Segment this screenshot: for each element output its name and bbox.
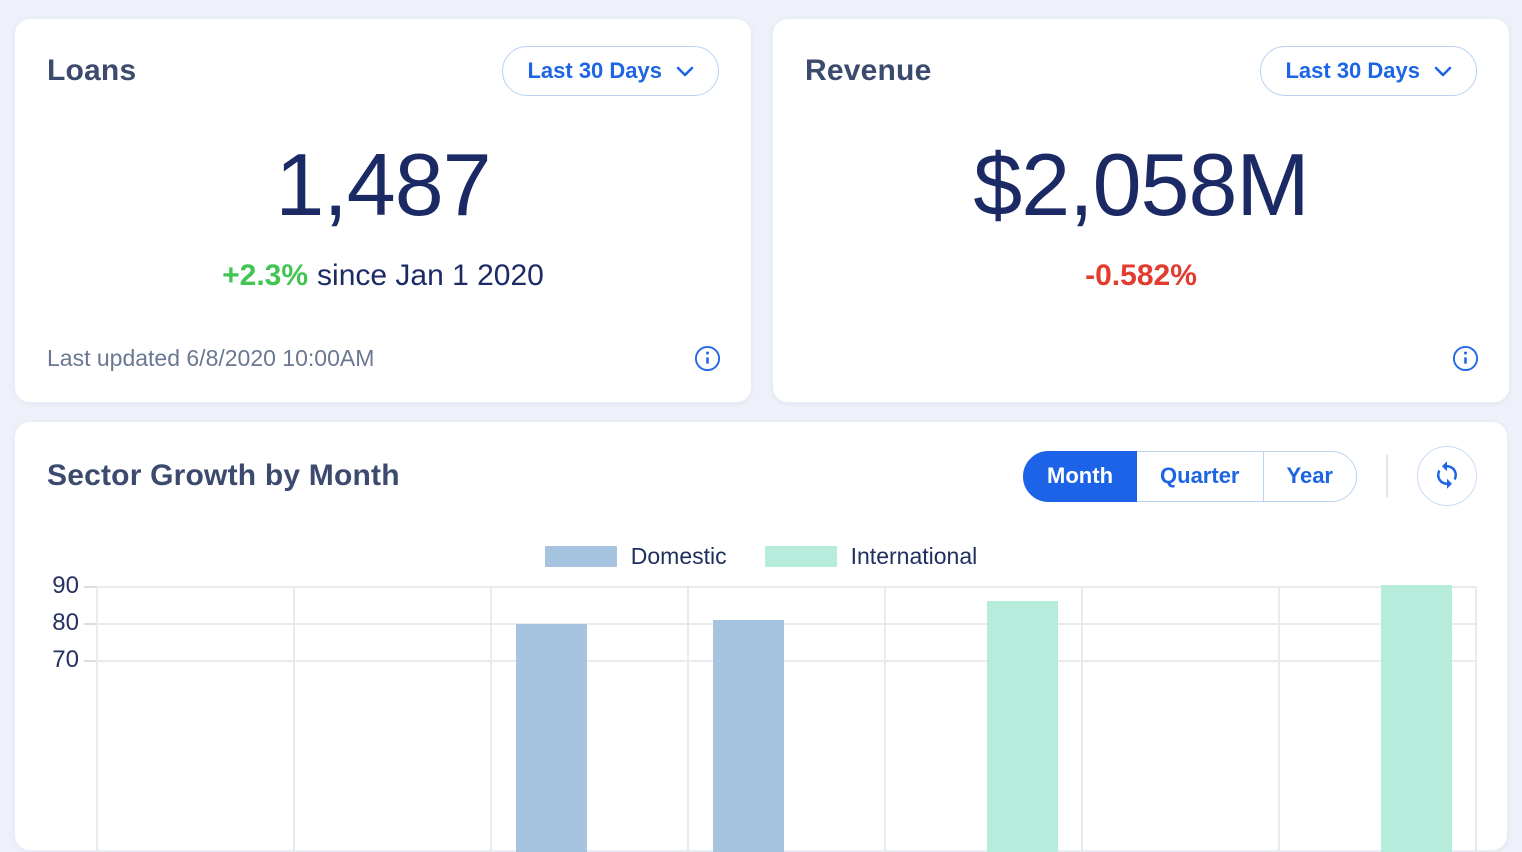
gridline-vertical [1081, 587, 1083, 852]
revenue-info-button[interactable] [1452, 345, 1479, 372]
loans-delta-value: +2.3% [222, 259, 308, 292]
sector-growth-card: Sector Growth by Month Month Quarter Yea… [14, 421, 1508, 851]
bar-international [1381, 585, 1452, 852]
info-icon [694, 360, 721, 375]
loans-value: 1,487 [15, 139, 751, 231]
info-icon [1452, 360, 1479, 375]
revenue-period-dropdown-label: Last 30 Days [1285, 58, 1420, 84]
loans-info-button[interactable] [694, 345, 721, 372]
tab-month[interactable]: Month [1023, 451, 1137, 502]
loans-period-dropdown[interactable]: Last 30 Days [502, 46, 719, 96]
gridline-vertical [687, 587, 689, 852]
loans-card-title: Loans [47, 54, 136, 88]
y-axis-tick-label: 70 [33, 646, 79, 674]
gridline-vertical [293, 587, 295, 852]
revenue-card-footer [805, 345, 1479, 372]
loans-period-dropdown-label: Last 30 Days [527, 58, 662, 84]
gridline-vertical [96, 587, 98, 852]
gridline-vertical [884, 587, 886, 852]
gridline-vertical [490, 587, 492, 852]
y-axis-tick-label: 80 [33, 609, 79, 637]
gridline-horizontal [97, 623, 1476, 625]
dashboard-page: { "loans_card": { "title": "Loans", "per… [0, 0, 1522, 676]
revenue-card: Revenue Last 30 Days $2,058M -0.582% [772, 18, 1510, 403]
y-axis-tick-label: 90 [33, 571, 79, 599]
revenue-period-dropdown[interactable]: Last 30 Days [1260, 46, 1477, 96]
chevron-down-icon [676, 66, 694, 77]
loans-card: Loans Last 30 Days 1,487 +2.3% since Jan … [14, 18, 752, 403]
gridline-vertical [1475, 587, 1477, 852]
loans-delta-row: +2.3% since Jan 1 2020 [15, 259, 751, 293]
bar-chart-plot: 90 80 70 [15, 422, 1507, 850]
gridline-horizontal [97, 660, 1476, 662]
bar-domestic [516, 624, 587, 852]
loans-card-header: Loans Last 30 Days [47, 45, 719, 97]
revenue-delta-row: -0.582% [773, 259, 1509, 293]
gridline-vertical [1278, 587, 1280, 852]
bar-international [987, 601, 1058, 852]
gridline-horizontal [97, 586, 1476, 588]
revenue-card-header: Revenue Last 30 Days [805, 45, 1477, 97]
loans-delta-context: since Jan 1 2020 [317, 259, 544, 292]
revenue-card-title: Revenue [805, 54, 931, 88]
loans-last-updated: Last updated 6/8/2020 10:00AM [47, 345, 374, 372]
revenue-delta-value: -0.582% [1085, 259, 1197, 292]
revenue-value: $2,058M [773, 139, 1509, 231]
loans-card-footer: Last updated 6/8/2020 10:00AM [47, 345, 721, 372]
bar-domestic [713, 620, 784, 852]
chevron-down-icon [1434, 66, 1452, 77]
